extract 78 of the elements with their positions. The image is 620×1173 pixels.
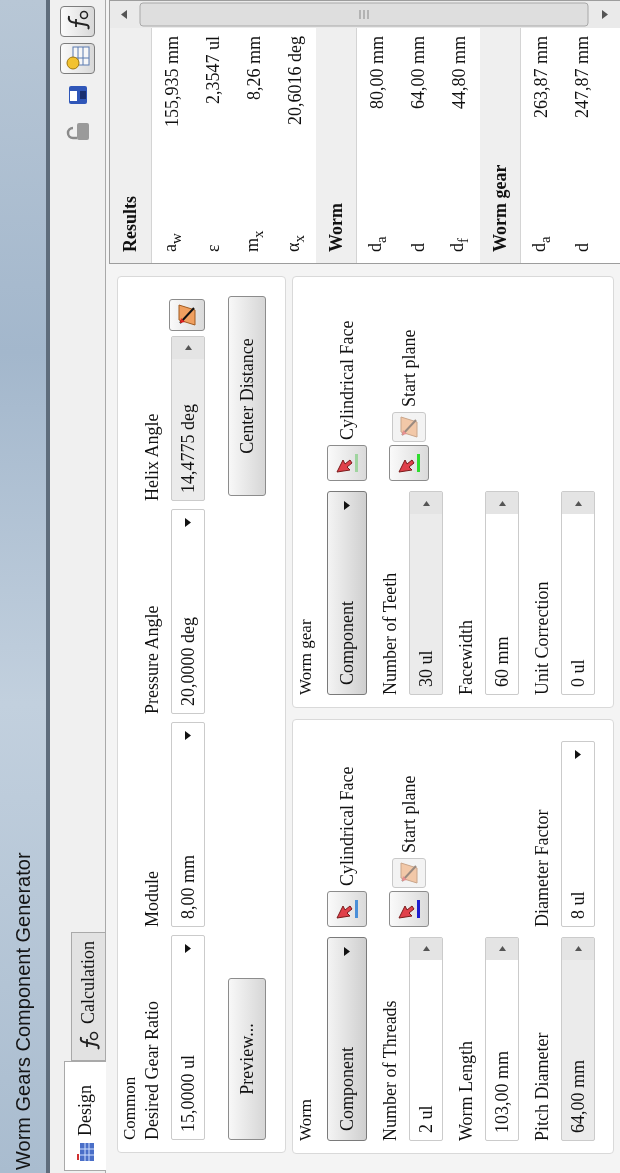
table-icon [64, 45, 91, 72]
caret-icon [344, 501, 350, 510]
select-button[interactable] [389, 891, 429, 927]
reference-label: Start plane [398, 329, 420, 407]
caret-icon [185, 518, 191, 527]
plane-icon [399, 416, 419, 438]
column-title: Results [120, 196, 141, 252]
field-label: Desired Gear Ratio [141, 1001, 163, 1140]
group-title: Worm gear [295, 619, 316, 695]
spin-field[interactable]: 0 ul [561, 491, 595, 695]
caret-icon [185, 731, 191, 740]
spin-field[interactable]: 103,00 mm [485, 937, 519, 1141]
select-button[interactable] [389, 445, 429, 481]
function-icon [77, 1030, 100, 1052]
result-value: 263,87 mm [531, 36, 552, 118]
arrow-icon [574, 500, 582, 506]
reference-label: Cylindrical Face [336, 766, 358, 886]
cursor-icon [334, 897, 360, 921]
result-value: 20,6016 deg [285, 36, 306, 125]
preview-button[interactable]: Preview... [228, 978, 266, 1140]
flip-button[interactable] [169, 299, 205, 331]
field-label: Pitch Diameter [531, 1032, 553, 1141]
dropdown[interactable]: Component [327, 491, 367, 695]
cursor-icon [396, 897, 422, 921]
result-value: 247,87 mm [572, 36, 593, 118]
group-title: Common [119, 1076, 140, 1140]
result-value: 64,00 mm [408, 36, 429, 109]
result-value: 155,935 mm [162, 36, 183, 127]
spin-field[interactable]: 60 mm [485, 491, 519, 695]
arrow-icon [498, 500, 506, 506]
result-value: 8,26 mm [244, 36, 265, 100]
dropdown[interactable]: 8,00 mm [171, 722, 205, 927]
cursor-icon [334, 451, 360, 475]
symbol-label: d [572, 243, 593, 252]
section-title: Worm [325, 203, 347, 252]
field-label: Unit Correction [531, 581, 553, 695]
field-label: Worm Length [455, 1040, 477, 1141]
dropdown[interactable]: Component [327, 937, 367, 1141]
window-title: Worm Gears Component Generator [11, 852, 35, 1170]
reference-label: Start plane [398, 775, 420, 853]
caret-icon [185, 944, 191, 953]
caret-icon [575, 750, 581, 759]
caret-icon [344, 947, 350, 956]
arrow-icon [574, 946, 582, 952]
section-title: Worm gear [489, 164, 511, 252]
field-label: Pressure Angle [141, 605, 163, 714]
select-button[interactable] [327, 445, 367, 481]
tab[interactable]: Calculation [71, 932, 105, 1061]
field-label: Helix Angle [141, 413, 163, 501]
dropdown[interactable]: 20,0000 deg [171, 509, 205, 714]
toolbar-button[interactable] [60, 6, 95, 37]
arrow-icon [498, 946, 506, 952]
dropdown[interactable]: 8 ul [561, 741, 595, 927]
field-label: Diameter Factor [531, 809, 553, 927]
symbol-label: ε [203, 244, 224, 252]
dropdown[interactable]: 15,0000 ul [171, 935, 205, 1140]
result-value: 2,3547 ul [203, 36, 224, 104]
plane-icon [177, 304, 197, 326]
select-button[interactable] [327, 891, 367, 927]
result-value: 44,80 mm [449, 36, 470, 109]
result-value: 80,00 mm [367, 36, 388, 109]
reference-label: Cylindrical Face [336, 320, 358, 440]
save-icon [67, 85, 88, 106]
table-icon [76, 1142, 95, 1162]
arrow-icon [422, 500, 430, 506]
arrow-icon [422, 946, 430, 952]
cursor-icon [396, 451, 422, 475]
arrow-icon [184, 345, 192, 351]
group-title: Worm [295, 1098, 316, 1141]
field-label: Number of Threads [379, 1000, 401, 1141]
symbol-label: d [408, 243, 429, 252]
spin-field[interactable]: 2 ul [409, 937, 443, 1141]
field-label: Facewidth [455, 620, 477, 695]
field-label: Module [141, 871, 163, 927]
field-label: Number of Teeth [379, 572, 401, 695]
plane-icon [399, 862, 419, 884]
tab[interactable]: Design [64, 1061, 106, 1171]
calculate-button[interactable]: Center Distance [228, 296, 266, 496]
